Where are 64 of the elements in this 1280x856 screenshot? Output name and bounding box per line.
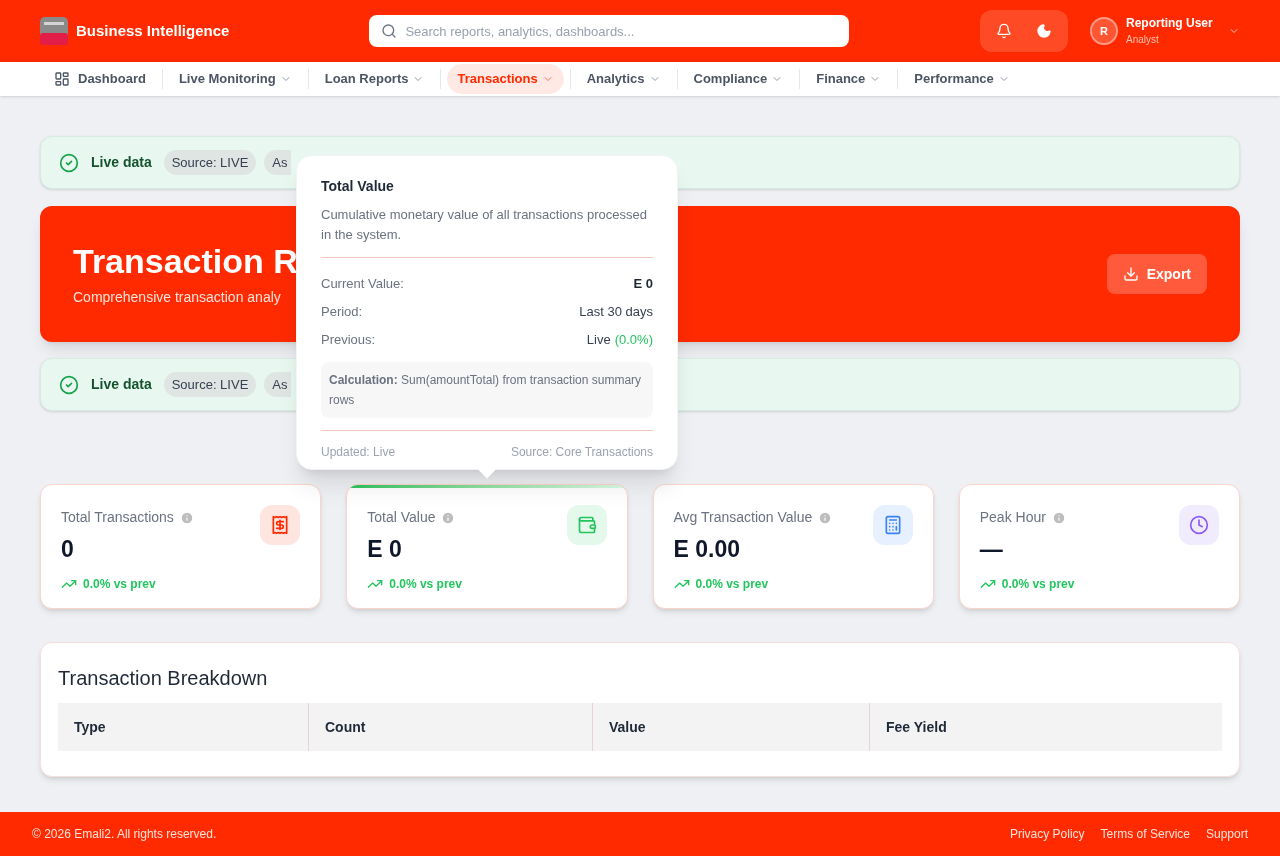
kpi-value: E 0.00: [673, 535, 741, 564]
breakdown-title: Transaction Breakdown: [58, 666, 269, 691]
kpi-value: 0: [61, 535, 75, 564]
source-badge: Source: LIVE: [163, 149, 257, 176]
tooltip-row-label: Current Value:: [321, 275, 404, 294]
kpi-title: Peak Hour: [979, 508, 1046, 527]
column-header: Value: [592, 703, 869, 751]
nav-tab[interactable]: Performance: [904, 64, 1020, 94]
dashboard-icon: [54, 71, 70, 87]
change-value: (0.0%): [614, 331, 653, 350]
tooltip-row-value: Live: [586, 331, 611, 350]
kpi-value: —: [979, 535, 1004, 564]
tooltip-row-label: Period:: [321, 303, 363, 322]
nav-tab[interactable]: Loan Reports: [314, 64, 435, 94]
download-icon: [1122, 266, 1139, 282]
kpi-change: 0.0% vs prev: [83, 575, 156, 593]
info-icon[interactable]: [1051, 510, 1066, 525]
tooltip-title: Total Value: [321, 177, 395, 196]
kpi-change: 0.0% vs prev: [389, 575, 462, 593]
page-title: Transaction R: [73, 241, 298, 283]
logo-icon: [40, 17, 68, 45]
as-of-badge: As: [264, 371, 292, 398]
tooltip-description: Cumulative monetary value of all transactions processed in the system.: [321, 206, 648, 244]
user-name: Reporting User: [1126, 15, 1213, 31]
user-role: Analyst: [1126, 33, 1160, 47]
nav-tab[interactable]: Compliance: [683, 64, 794, 94]
live-data-label: Live data: [91, 375, 152, 394]
column-header: Fee Yield: [869, 703, 1222, 751]
page-subtitle: Comprehensive transaction analy: [73, 287, 282, 307]
check-icon: [59, 152, 79, 173]
source-text: Source: Core Transactions: [510, 444, 653, 461]
kpi-title: Avg Transaction Value: [673, 508, 813, 527]
search-icon: [381, 23, 398, 39]
nav-tab[interactable]: Finance: [806, 64, 892, 94]
nav-tab[interactable]: Live Monitoring: [168, 64, 302, 94]
kpi-change: 0.0% vs prev: [1001, 575, 1075, 593]
clock-icon: [1189, 515, 1209, 535]
brand-title: Business Intelligence: [76, 20, 230, 41]
calculation-note: Calculation: Sum(amountTotal) from transaction summary rows: [321, 362, 653, 418]
column-header: Count: [308, 703, 592, 751]
nav-tab[interactable]: Dashboard: [44, 64, 156, 94]
live-data-label: Live data: [91, 153, 152, 172]
as-of-badge: As: [264, 149, 292, 176]
kpi-value: E 0: [367, 535, 403, 564]
moon-icon: [1036, 23, 1052, 39]
updated-text: Updated: Live: [321, 444, 396, 461]
kpi-change: 0.0% vs prev: [695, 575, 769, 593]
wallet-icon: [576, 515, 597, 535]
kpi-title: Total Value: [367, 508, 436, 527]
info-icon[interactable]: [441, 510, 456, 525]
nav-tab[interactable]: Analytics: [576, 64, 671, 94]
kpi-title: Total Transactions: [61, 508, 174, 527]
search-field[interactable]: Search reports, analytics, dashboards...: [369, 15, 850, 47]
receipt-icon: [270, 515, 291, 535]
info-icon[interactable]: [818, 510, 833, 525]
bell-icon: [996, 23, 1012, 39]
column-header: Type: [73, 717, 107, 737]
check-icon: [59, 374, 79, 395]
info-icon[interactable]: [179, 510, 194, 525]
tooltip-row-value: Last 30 days: [579, 303, 653, 322]
source-badge: Source: LIVE: [163, 371, 257, 398]
tooltip-row-value: E 0: [633, 275, 653, 294]
tooltip-row-label: Previous:: [321, 331, 376, 350]
copyright-text: © 2026 Emali2. All rights reserved.: [32, 826, 217, 843]
